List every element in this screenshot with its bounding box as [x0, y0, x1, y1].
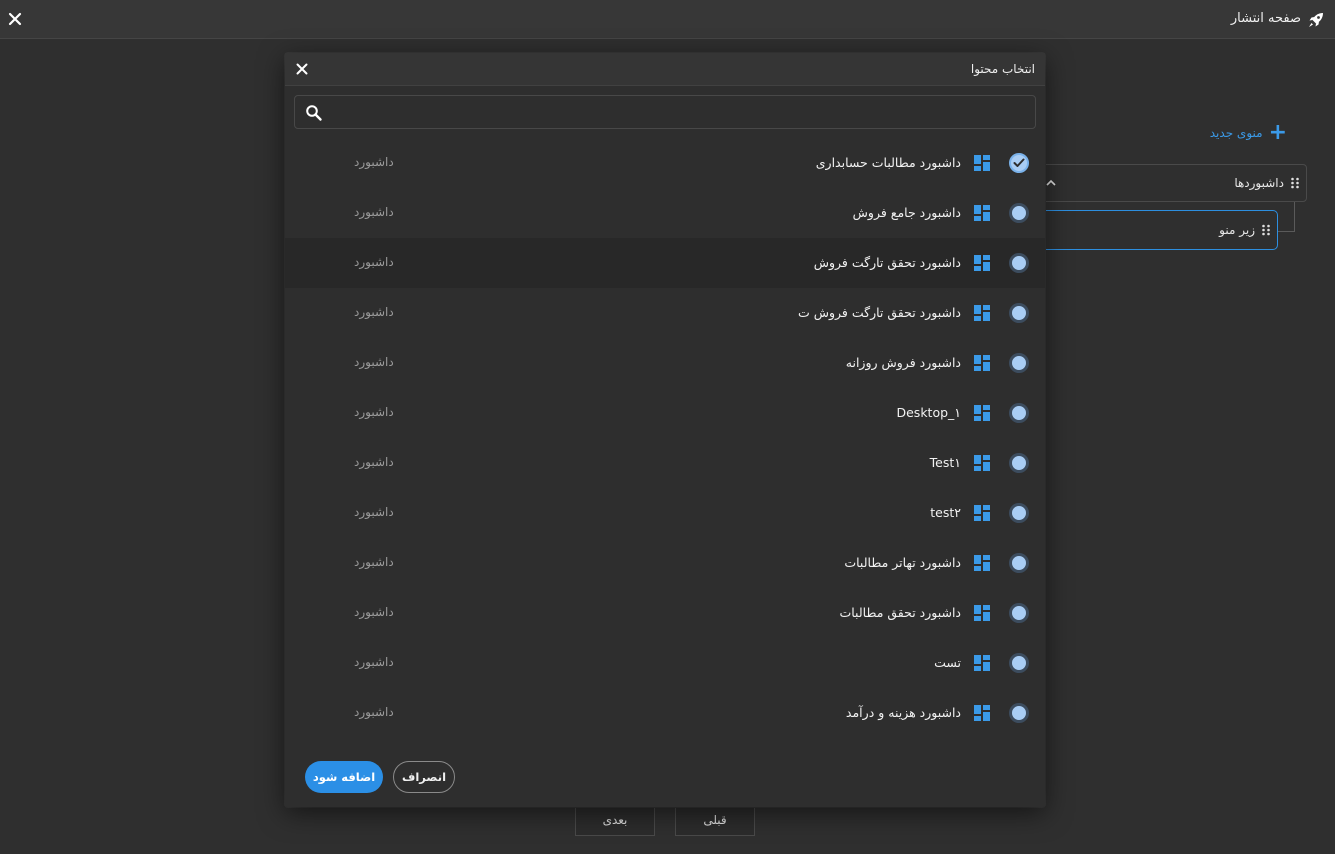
dialog-title: انتخاب محتوا	[970, 62, 1035, 76]
dashboard-icon	[974, 605, 990, 621]
list-item[interactable]: Desktop_۱ داشبورد	[285, 388, 1045, 438]
item-type: داشبورد	[354, 655, 394, 669]
item-type: داشبورد	[354, 405, 394, 419]
title-bar: صفحه انتشار	[0, 0, 1335, 39]
rocket-icon	[1309, 13, 1323, 27]
cancel-button[interactable]: انصراف	[393, 761, 455, 793]
dashboard-icon	[974, 205, 990, 221]
radio-button[interactable]	[1009, 503, 1029, 523]
item-title: داشبورد تحقق تارگت فروش ت	[797, 305, 961, 320]
dashboard-icon	[974, 705, 990, 721]
list-item[interactable]: داشبورد فروش روزانه داشبورد	[285, 338, 1045, 388]
dashboard-icon	[974, 255, 990, 271]
item-title: Desktop_۱	[896, 405, 961, 420]
list-item[interactable]: داشبورد هزینه و درآمد داشبورد	[285, 688, 1045, 738]
item-title: تست	[934, 655, 961, 670]
radio-button[interactable]	[1009, 253, 1029, 273]
item-title: داشبورد هزینه و درآمد	[845, 705, 961, 720]
dashboard-icon	[974, 455, 990, 471]
previous-button[interactable]: قبلی	[675, 805, 755, 836]
close-icon[interactable]	[6, 10, 24, 28]
item-type: داشبورد	[354, 505, 394, 519]
drag-handle-icon[interactable]	[1290, 177, 1300, 189]
list-item[interactable]: داشبورد تهاتر مطالبات داشبورد	[285, 538, 1045, 588]
search-box[interactable]	[294, 95, 1036, 129]
dashboard-icon	[974, 505, 990, 521]
drag-handle-icon[interactable]	[1261, 224, 1271, 236]
list-item[interactable]: داشبورد تحقق تارگت فروش ت داشبورد	[285, 288, 1045, 338]
item-title: داشبورد جامع فروش	[852, 205, 961, 220]
list-item[interactable]: داشبورد جامع فروش داشبورد	[285, 188, 1045, 238]
radio-checked[interactable]	[1009, 153, 1029, 173]
next-button[interactable]: بعدی	[575, 805, 655, 836]
list-item[interactable]: داشبورد تحقق مطالبات داشبورد	[285, 588, 1045, 638]
tree-connector	[1294, 202, 1295, 232]
list-item[interactable]: داشبورد تحقق تارگت فروش داشبورد	[285, 238, 1045, 288]
search-input[interactable]	[331, 98, 1031, 126]
new-menu-button[interactable]: + منوی جدید	[1209, 120, 1287, 145]
item-type: داشبورد	[354, 155, 394, 169]
item-type: داشبورد	[354, 605, 394, 619]
select-content-dialog: انتخاب محتوا داشبورد هزینه و درآمد داشبور…	[285, 53, 1045, 807]
window-title: صفحه انتشار	[1230, 11, 1301, 26]
item-title: داشبورد تهاتر مطالبات	[844, 555, 961, 570]
plus-icon: +	[1268, 120, 1287, 145]
dashboard-icon	[974, 355, 990, 371]
radio-button[interactable]	[1009, 453, 1029, 473]
tree-connector	[1277, 231, 1295, 232]
item-title: داشبورد فروش روزانه	[845, 355, 961, 370]
radio-button[interactable]	[1009, 653, 1029, 673]
item-type: داشبورد	[354, 205, 394, 219]
dashboard-icon	[974, 555, 990, 571]
item-type: داشبورد	[354, 705, 394, 719]
tree-item-dashboards[interactable]: داشبوردها	[1038, 164, 1307, 202]
chevron-up-icon[interactable]	[1045, 177, 1057, 189]
radio-button[interactable]	[1009, 553, 1029, 573]
radio-button[interactable]	[1009, 703, 1029, 723]
tree-item-submenu[interactable]: زیر منو	[1038, 210, 1278, 250]
close-icon[interactable]	[294, 61, 310, 77]
item-title: test۲	[930, 505, 961, 520]
item-type: داشبورد	[354, 305, 394, 319]
check-icon	[1013, 158, 1025, 167]
new-menu-label: منوی جدید	[1209, 126, 1263, 140]
radio-button[interactable]	[1009, 603, 1029, 623]
item-type: داشبورد	[354, 255, 394, 269]
list-item[interactable]: داشبورد مطالبات حسابداری داشبورد	[285, 138, 1045, 188]
item-title: داشبورد تحقق مطالبات	[839, 605, 961, 620]
item-title: داشبورد تحقق تارگت فروش	[813, 255, 961, 270]
list-item[interactable]: test۲ داشبورد	[285, 488, 1045, 538]
tree-item-label: داشبوردها	[1234, 176, 1284, 190]
dialog-header: انتخاب محتوا	[285, 53, 1045, 86]
item-type: داشبورد	[354, 455, 394, 469]
item-type: داشبورد	[354, 555, 394, 569]
dashboard-icon	[974, 405, 990, 421]
dashboard-icon	[974, 655, 990, 671]
dashboard-icon	[974, 155, 990, 171]
item-type: داشبورد	[354, 355, 394, 369]
add-button[interactable]: اضافه شود	[305, 761, 383, 793]
dashboard-icon	[974, 305, 990, 321]
search-icon[interactable]	[305, 104, 323, 122]
list-item[interactable]: تست داشبورد	[285, 638, 1045, 688]
radio-button[interactable]	[1009, 303, 1029, 323]
radio-button[interactable]	[1009, 203, 1029, 223]
item-title: داشبورد مطالبات حسابداری	[815, 155, 961, 170]
item-title: Test۱	[929, 455, 961, 470]
content-list: داشبورد هزینه و درآمد داشبورد تست داشبورد دا…	[285, 138, 1045, 758]
radio-button[interactable]	[1009, 403, 1029, 423]
tree-item-label: زیر منو	[1219, 223, 1255, 237]
radio-button[interactable]	[1009, 353, 1029, 373]
list-item[interactable]: Test۱ داشبورد	[285, 438, 1045, 488]
